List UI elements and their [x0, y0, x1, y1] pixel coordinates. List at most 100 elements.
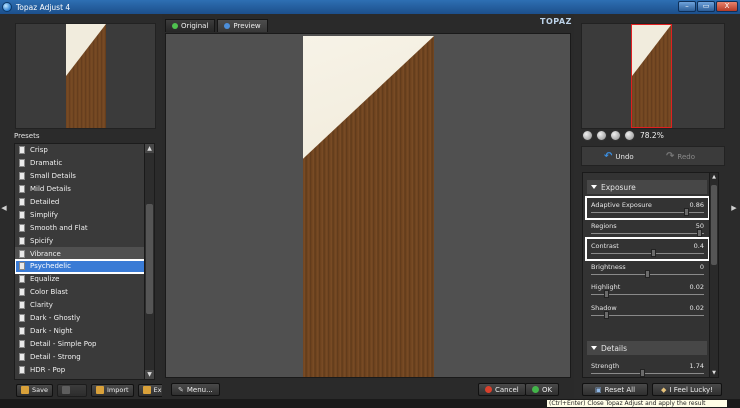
window-title: Topaz Adjust 4 [16, 2, 71, 12]
param-value[interactable]: 0.02 [690, 283, 704, 291]
collapse-left-icon[interactable]: ◀ [1, 204, 7, 212]
scroll-thumb[interactable] [146, 204, 153, 314]
preview-image [303, 36, 434, 377]
param-name: Regions [591, 221, 617, 230]
slider-thumb[interactable] [639, 369, 645, 377]
ok-button[interactable]: OK [525, 383, 560, 396]
slider-track[interactable] [591, 253, 704, 254]
minimize-button[interactable]: – [678, 1, 696, 12]
close-button[interactable]: X [716, 1, 738, 12]
slider-thumb[interactable] [683, 208, 689, 216]
preset-label: Dark - Night [30, 326, 73, 335]
preset-file-icon [19, 172, 25, 181]
slider-thumb[interactable] [603, 290, 609, 298]
collapse-right-icon[interactable]: ▶ [731, 204, 737, 212]
preset-thumbnail [15, 23, 156, 129]
slider-thumb[interactable] [696, 228, 702, 237]
redo-icon: ↷ [666, 151, 675, 162]
preset-item[interactable]: Detail - Strong [15, 350, 154, 363]
slider-thumb[interactable] [603, 310, 609, 319]
preset-label: Smooth and Flat [30, 223, 88, 232]
param-value[interactable]: 0.4 [694, 242, 704, 250]
zoom-fit-icon[interactable] [610, 130, 621, 141]
param-value[interactable]: 1.74 [690, 362, 704, 370]
preset-item[interactable]: Crisp [15, 144, 154, 157]
cancel-icon [485, 386, 492, 393]
preset-item[interactable]: Small Details [15, 170, 154, 183]
preset-item[interactable]: Spicify [15, 234, 154, 247]
preset-item[interactable]: Dark - Night [15, 324, 154, 337]
scroll-up-icon[interactable]: ▲ [710, 174, 718, 180]
settings-scrollbar[interactable]: ▲ ▼ [709, 173, 718, 377]
expand-icon [591, 346, 597, 350]
reset-all-button[interactable]: ▣ Reset All [582, 383, 648, 396]
tab-preview[interactable]: Preview [217, 19, 268, 32]
redo-button[interactable]: ↷ Redo [666, 151, 695, 162]
preview-dot-icon [224, 23, 231, 29]
undo-icon: ↶ [604, 151, 613, 162]
preset-item[interactable]: Clarity [15, 299, 154, 312]
delete-preset-button[interactable] [56, 383, 87, 397]
tab-original[interactable]: Original [165, 19, 216, 32]
preset-item[interactable]: Color Blast [15, 286, 154, 299]
import-button[interactable]: Import [90, 383, 134, 397]
param-shadow: Shadow 0.02 [587, 301, 708, 321]
preset-item[interactable]: Vibrance [15, 247, 154, 261]
preset-file-icon [19, 339, 25, 348]
slider-track[interactable] [591, 373, 704, 374]
navigator-thumbnail[interactable] [581, 23, 725, 129]
preset-scrollbar[interactable]: ▲ ▼ [144, 144, 154, 379]
param-strength: Strength 1.74 [587, 359, 708, 377]
preset-item[interactable]: Psychedelic [15, 259, 154, 274]
title-bar: Topaz Adjust 4 – ▭ X [0, 0, 740, 14]
param-value[interactable]: 0.02 [690, 304, 704, 312]
preset-label: Detailed [30, 198, 60, 206]
param-value[interactable]: 0.86 [690, 201, 704, 209]
scroll-up-icon[interactable]: ▲ [145, 144, 154, 153]
preset-item[interactable]: Dark - Ghostly [15, 312, 154, 325]
expand-icon [591, 185, 597, 189]
zoom-actual-icon[interactable] [624, 130, 635, 141]
slider-thumb[interactable] [645, 269, 650, 278]
history-bar: ↶ Undo ↷ Redo [581, 146, 725, 166]
preset-label: Dramatic [30, 159, 63, 168]
lucky-icon: ◆ [661, 385, 667, 394]
scroll-down-icon[interactable]: ▼ [710, 370, 718, 376]
preset-label: Simplify [30, 210, 59, 219]
preset-file-icon [19, 146, 25, 155]
cancel-button[interactable]: Cancel [478, 383, 526, 396]
preset-item[interactable]: Dramatic [15, 157, 154, 170]
param-highlight: Highlight 0.02 [587, 280, 708, 300]
undo-button[interactable]: ↶ Undo [604, 151, 634, 162]
export-icon [142, 386, 151, 394]
slider-track[interactable] [591, 232, 704, 234]
delete-icon [61, 386, 70, 394]
preset-item[interactable]: Smooth and Flat [15, 221, 154, 234]
preset-item[interactable]: Equalize [15, 273, 154, 286]
save-preset-button[interactable]: Save [16, 383, 53, 397]
scroll-down-icon[interactable]: ▼ [145, 370, 154, 379]
navigator-viewport[interactable] [631, 24, 672, 128]
original-dot-icon [172, 23, 178, 29]
feel-lucky-button[interactable]: ◆ I Feel Lucky! [652, 383, 722, 396]
preset-file-icon [19, 326, 25, 335]
param-value[interactable]: 0 [700, 263, 704, 271]
zoom-in-icon[interactable] [596, 130, 607, 141]
preset-item[interactable]: Simplify [15, 208, 154, 221]
maximize-button[interactable]: ▭ [697, 1, 715, 12]
param-name: Brightness [591, 262, 626, 271]
preset-item[interactable]: Detailed [15, 196, 154, 209]
scroll-thumb[interactable] [711, 185, 717, 265]
preset-file-icon [19, 262, 25, 271]
preset-item[interactable]: Mild Details [15, 183, 154, 196]
preset-item[interactable]: HDR - Pop [15, 363, 154, 376]
menu-button[interactable]: ✎ Menu... [171, 383, 220, 396]
preset-label: Dark - Ghostly [30, 314, 81, 323]
zoom-out-icon[interactable] [582, 130, 593, 141]
preset-item[interactable]: Detail - Simple Pop [15, 337, 154, 350]
slider-thumb[interactable] [651, 249, 657, 257]
details-section-header[interactable]: Details [587, 341, 707, 355]
preview-canvas[interactable] [165, 33, 571, 378]
exposure-section-header[interactable]: Exposure [587, 180, 707, 194]
preset-file-icon [19, 210, 25, 219]
